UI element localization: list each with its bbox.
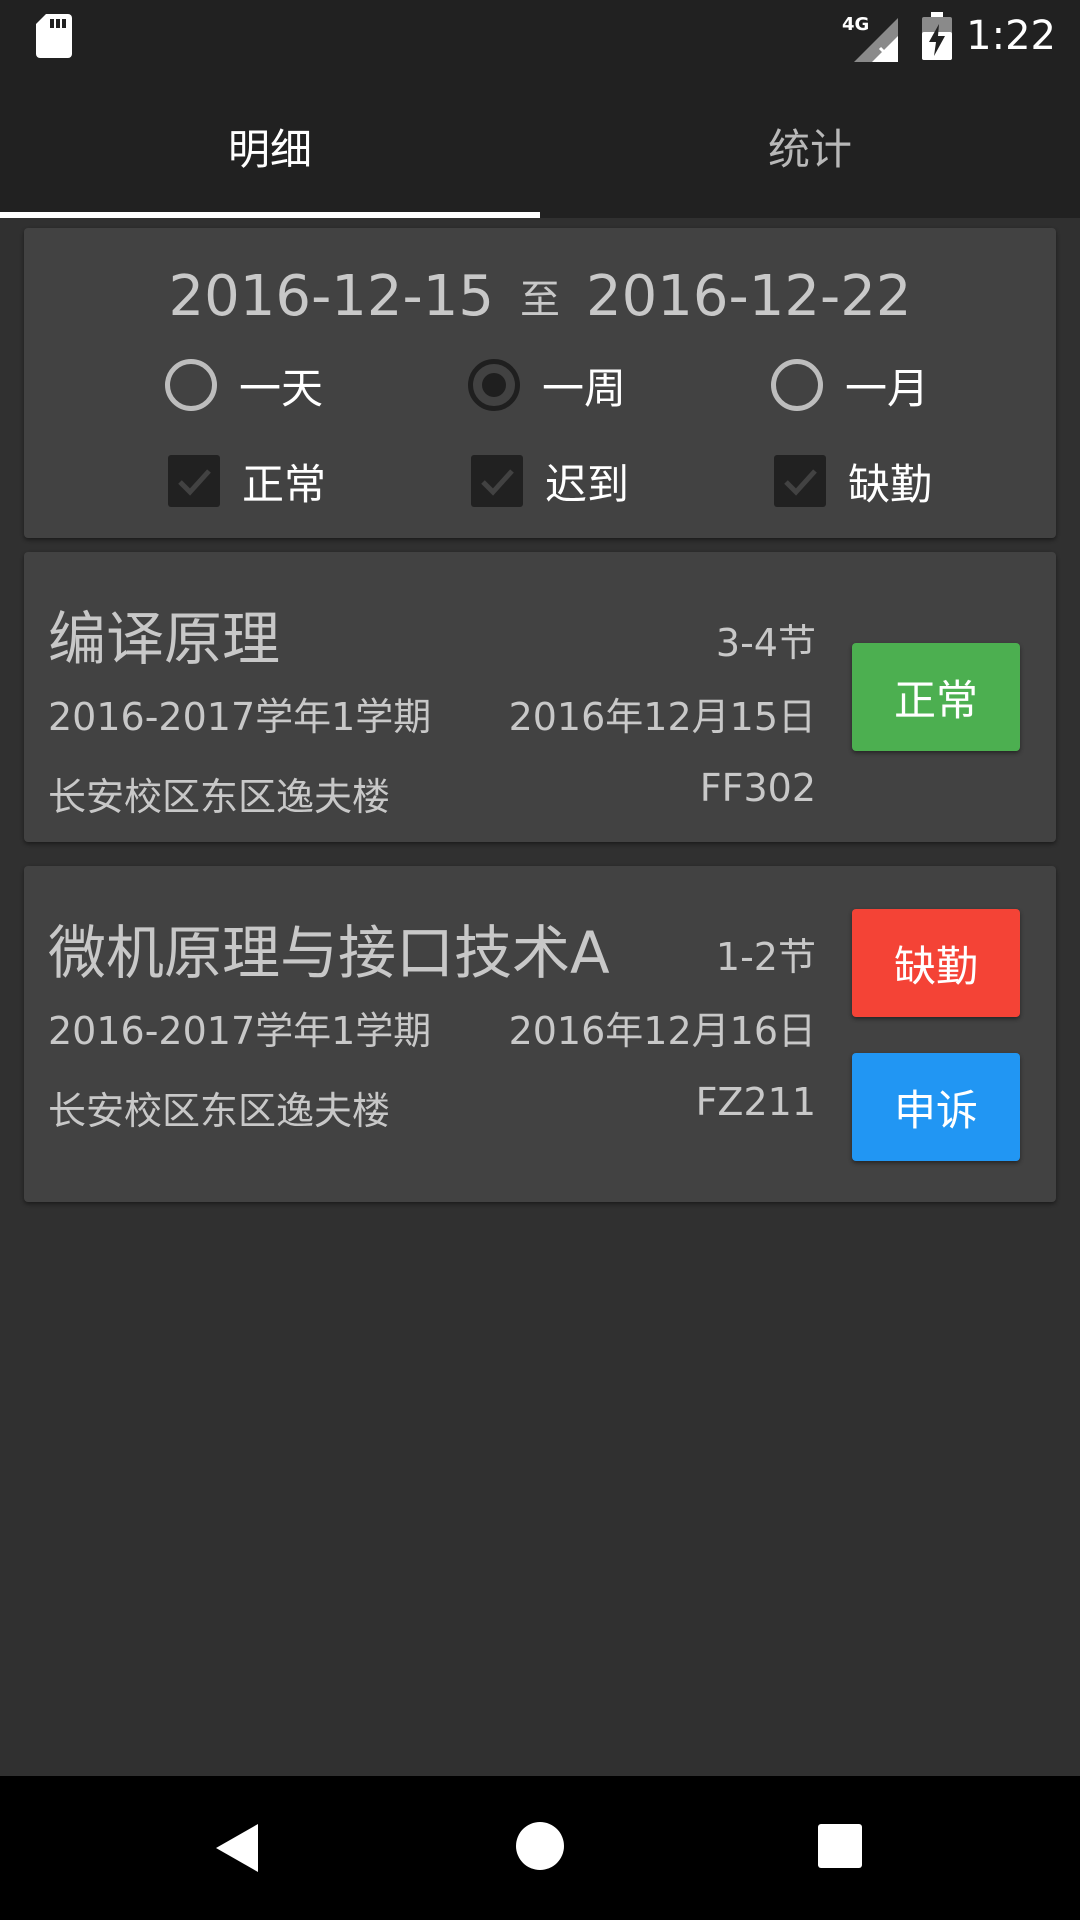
signal-4g-icon: 4G [842,14,902,62]
room: FZ211 [695,1080,816,1124]
checkbox-normal[interactable]: 正常 [168,446,326,516]
checkbox-normal-label: 正常 [242,459,327,509]
radio-week-label: 一周 [542,363,627,413]
check-icon [178,469,211,496]
back-icon[interactable] [210,1820,266,1876]
radio-month[interactable]: 一月 [771,350,929,420]
tab-indicator [0,212,540,218]
record-date: 2016年12月15日 [508,695,816,739]
check-icon [481,469,514,496]
appeal-button[interactable]: 申诉 [852,1053,1020,1161]
location: 长安校区东区逸夫楼 [48,1089,391,1133]
radio-button-selected[interactable] [468,359,520,411]
tab-details[interactable]: 明细 [0,74,540,218]
radio-button[interactable] [165,359,217,411]
home-icon[interactable] [514,1820,566,1872]
checkbox-absent[interactable]: 缺勤 [774,446,932,516]
attendance-record[interactable]: 编译原理 3-4节 2016-2017学年1学期 2016年12月15日 长安校… [24,552,1056,842]
location: 长安校区东区逸夫楼 [48,775,391,819]
end-date[interactable]: 2016-12-22 [586,264,911,329]
start-date[interactable]: 2016-12-15 [169,264,494,329]
checkbox-absent-label: 缺勤 [848,459,933,509]
status-absent-button[interactable]: 缺勤 [852,909,1020,1017]
status-label: 缺勤 [893,941,978,991]
term: 2016-2017学年1学期 [48,695,432,739]
clock: 1:22 [966,13,1056,59]
status-normal-button[interactable]: 正常 [852,643,1020,751]
radio-day[interactable]: 一天 [165,350,323,420]
sd-card-icon [36,14,72,58]
checkbox[interactable] [168,455,220,507]
recent-apps-icon[interactable] [816,1822,864,1870]
record-date: 2016年12月16日 [508,1009,816,1053]
checkbox[interactable] [774,455,826,507]
class-section: 1-2节 [715,935,816,979]
date-range: 2016-12-15 至 2016-12-22 [24,258,1056,334]
room: FF302 [699,766,816,810]
class-section: 3-4节 [715,621,816,665]
radio-week[interactable]: 一周 [468,350,626,420]
checkbox-late-label: 迟到 [545,459,630,509]
radio-day-label: 一天 [239,363,324,413]
battery-charging-icon [922,12,952,60]
course-name: 微机原理与接口技术A [48,919,610,987]
status-label: 正常 [893,675,978,725]
date-separator: 至 [520,277,560,323]
appeal-label: 申诉 [893,1085,978,1135]
checkbox-late[interactable]: 迟到 [471,446,629,516]
course-name: 编译原理 [48,605,281,673]
filter-card: 2016-12-15 至 2016-12-22 一天 一周 一月 正常 迟到 缺… [24,228,1056,538]
radio-month-label: 一月 [845,363,930,413]
status-bar: 4G 1:22 [0,0,1080,74]
tab-statistics[interactable]: 统计 [540,74,1080,218]
tab-bar: 明细 统计 [0,74,1080,218]
radio-button[interactable] [771,359,823,411]
term: 2016-2017学年1学期 [48,1009,432,1053]
checkbox[interactable] [471,455,523,507]
navigation-bar [0,1776,1080,1920]
tab-details-label: 明细 [227,124,312,174]
check-icon [784,469,817,496]
attendance-record[interactable]: 微机原理与接口技术A 1-2节 2016-2017学年1学期 2016年12月1… [24,866,1056,1202]
tab-statistics-label: 统计 [767,124,852,174]
